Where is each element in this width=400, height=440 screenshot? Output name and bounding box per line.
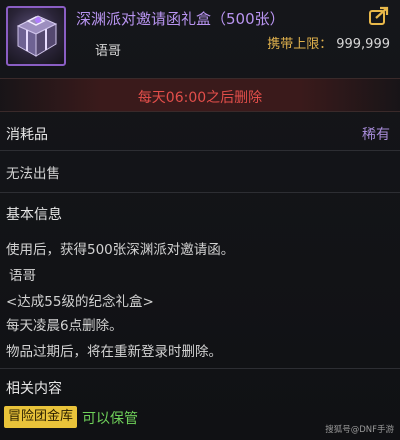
basic-info-heading: 基本信息 [6, 207, 62, 223]
trade-restriction: 无法出售 [6, 166, 60, 182]
carry-limit-value: 999,999 [336, 37, 390, 52]
info-line: 语哥 [9, 268, 36, 284]
rarity-label: 稀有 [362, 127, 390, 143]
carry-limit: 携带上限： 999,999 [267, 33, 390, 52]
divider [0, 192, 400, 193]
carry-limit-label: 携带上限： [267, 37, 333, 52]
info-line: <达成55级的纪念礼盒> [6, 294, 154, 310]
divider [0, 150, 400, 151]
owner-name: 语哥 [95, 44, 122, 59]
adventure-vault-badge: 冒险团金库 [4, 406, 78, 428]
related-heading: 相关内容 [6, 381, 62, 397]
purple-gift-box-icon [6, 6, 66, 66]
expiry-banner: 每天06:00之后删除 [0, 78, 400, 112]
item-header: 深渊派对邀请函礼盒（500张） 携带上限： 999,999 语哥 [0, 0, 400, 78]
info-line: 使用后，获得500张深渊派对邀请函。 [6, 242, 235, 258]
item-title: 深渊派对邀请函礼盒（500张） [76, 10, 285, 28]
info-line: 每天凌晨6点删除。 [6, 318, 123, 334]
storage-status: 可以保管 [82, 411, 138, 427]
info-line: 物品过期后，将在重新登录时删除。 [6, 344, 222, 360]
divider [0, 368, 400, 369]
item-tooltip-panel: 深渊派对邀请函礼盒（500张） 携带上限： 999,999 语哥 每天06:00之… [0, 0, 400, 440]
item-category: 消耗品 [6, 127, 48, 143]
expiry-text: 每天06:00之后删除 [137, 90, 263, 106]
share-icon[interactable] [368, 6, 390, 26]
watermark: 搜狐号@DNF手游 [325, 425, 394, 435]
